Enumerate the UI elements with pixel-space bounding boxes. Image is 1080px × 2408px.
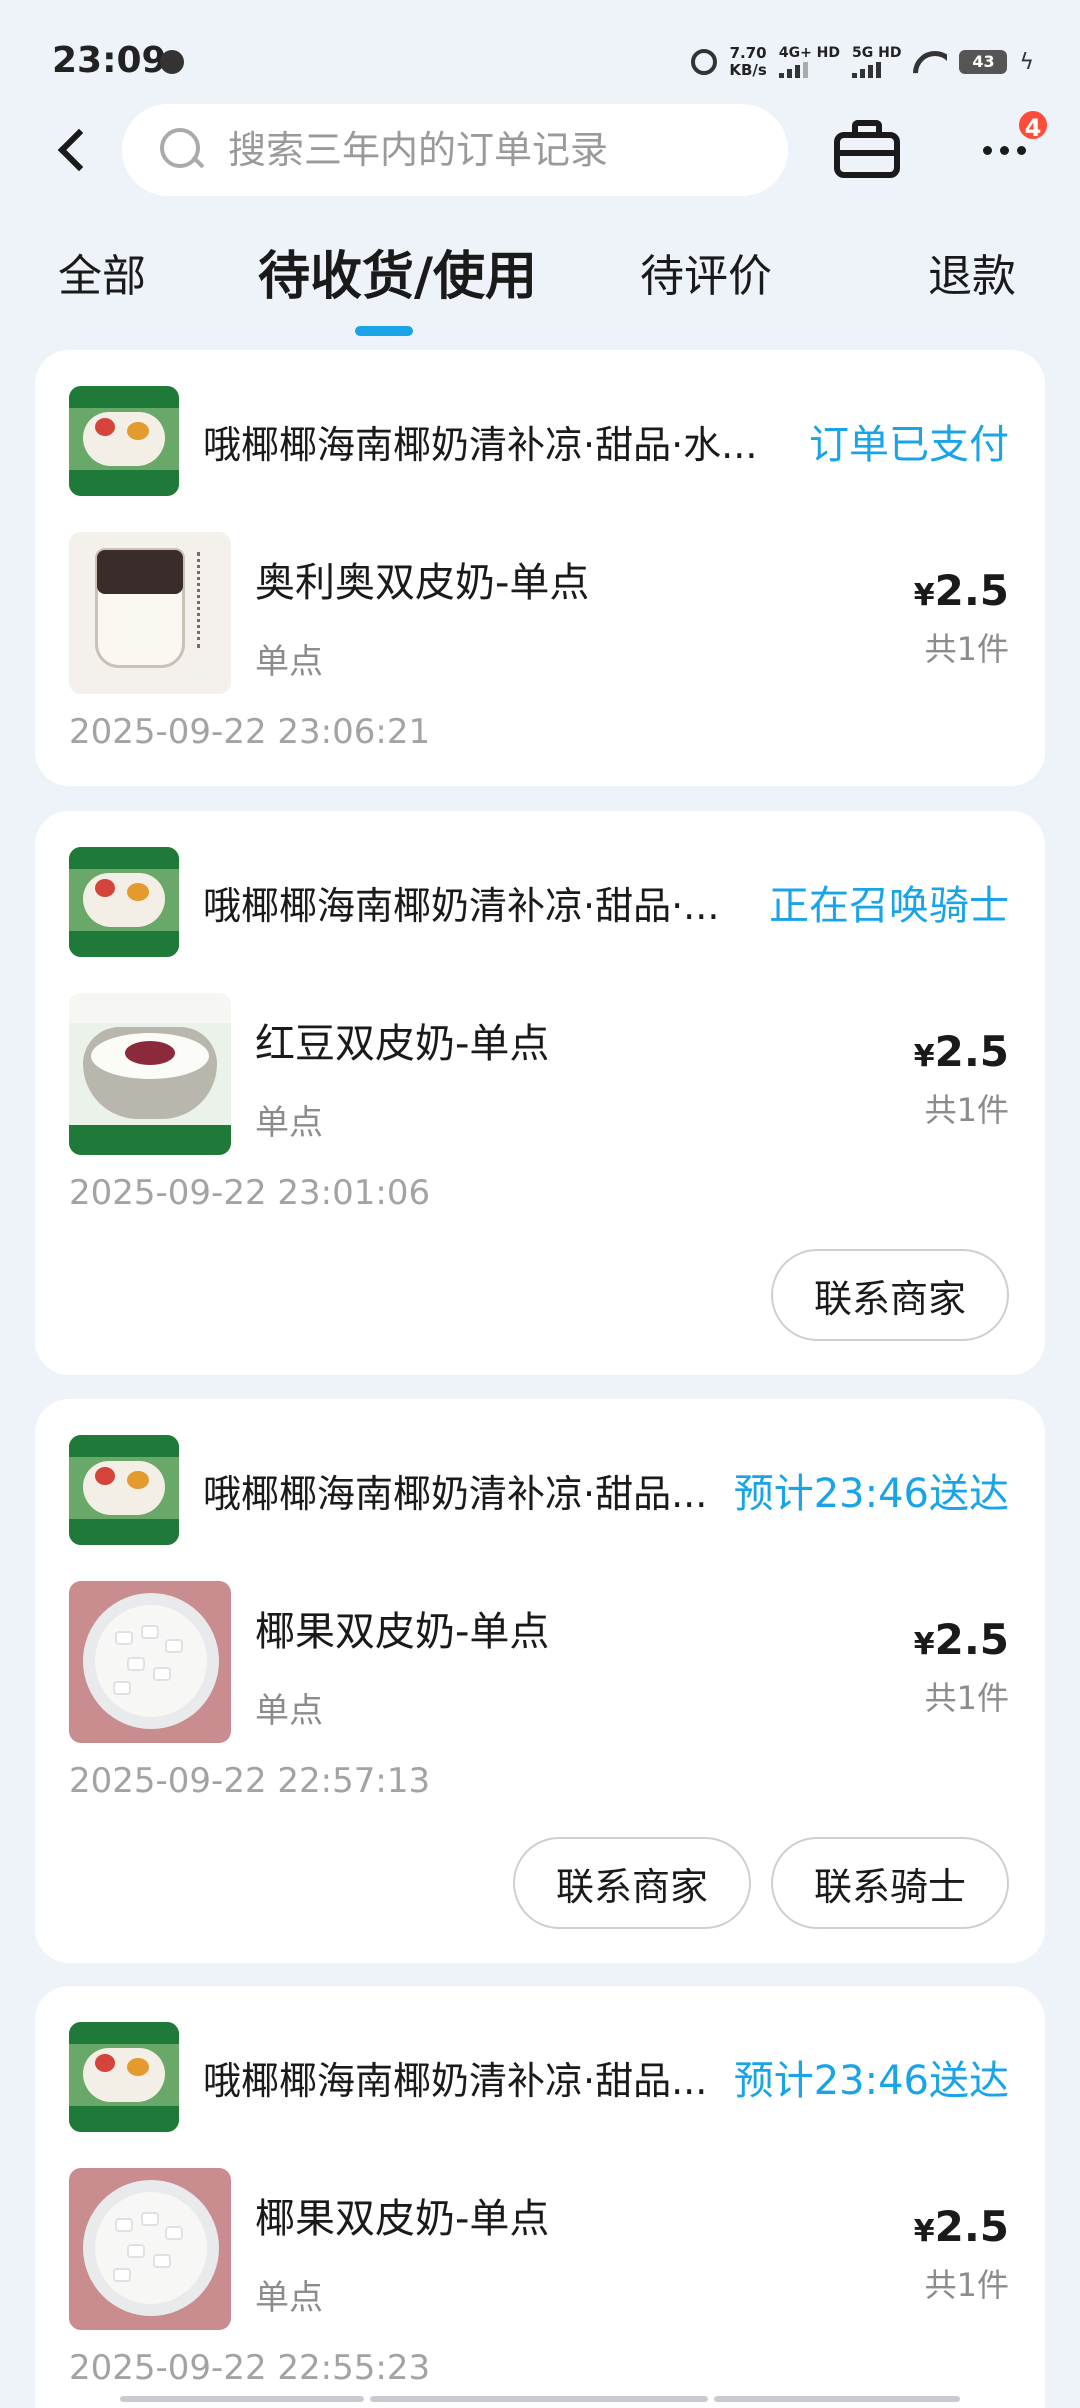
charging-icon: ϟ <box>1019 49 1034 75</box>
scroll-indicator <box>370 2396 708 2402</box>
product-image[interactable] <box>69 2168 231 2330</box>
signal-bars-icon <box>852 62 901 78</box>
order-status: 订单已支付 <box>809 422 1009 468</box>
order-status: 正在召唤骑士 <box>769 883 1009 929</box>
more-dot-icon <box>982 145 992 155</box>
contact-rider-button[interactable]: 联系骑士 <box>771 1837 1009 1929</box>
product-name[interactable]: 椰果双皮奶-单点 <box>255 2186 549 2244</box>
back-button[interactable] <box>40 118 104 182</box>
price: ¥2.5 <box>914 566 1009 615</box>
wifi-icon <box>913 49 947 75</box>
order-time: 2025-09-22 22:55:23 <box>69 2348 431 2388</box>
status-icons: 7.70 KB/s 4G+ HD 5G HD 43 ϟ <box>691 42 1034 82</box>
search-icon <box>158 126 206 174</box>
order-status: 预计23:46送达 <box>733 1471 1009 1517</box>
product-name[interactable]: 椰果双皮奶-单点 <box>255 1599 549 1657</box>
scroll-indicator <box>120 2396 364 2402</box>
more-dot-icon <box>1016 145 1026 155</box>
currency-symbol: ¥ <box>913 1039 935 1074</box>
order-time: 2025-09-22 22:57:13 <box>69 1761 431 1801</box>
product-name[interactable]: 红豆双皮奶-单点 <box>255 1011 549 1069</box>
item-count: 共1件 <box>924 1091 1009 1129</box>
tab-to-receive[interactable]: 待收货/使用 <box>258 234 537 309</box>
price: ¥2.5 <box>914 1615 1009 1664</box>
tab-to-review[interactable]: 待评价 <box>640 240 772 304</box>
battery-icon: 43 <box>959 50 1008 74</box>
product-image[interactable] <box>69 532 231 694</box>
more-dot-icon <box>999 145 1009 155</box>
search-input[interactable] <box>228 128 748 172</box>
scroll-indicator <box>714 2396 960 2402</box>
product-spec: 单点 <box>255 1691 323 1731</box>
price: ¥2.5 <box>914 2202 1009 2251</box>
price-value: 2.5 <box>934 2202 1009 2251</box>
item-count: 共1件 <box>924 630 1009 668</box>
briefcase-icon[interactable] <box>834 120 900 180</box>
store-name[interactable]: 哦椰椰海南椰奶清补凉·甜品... <box>203 1463 763 1518</box>
network-speed-value: 7.70 <box>729 44 767 62</box>
order-status: 预计23:46送达 <box>733 2058 1009 2104</box>
tab-all[interactable]: 全部 <box>58 240 146 304</box>
tab-indicator <box>355 326 413 336</box>
product-spec: 单点 <box>255 1103 323 1143</box>
product-name[interactable]: 奥利奥双皮奶-单点 <box>255 550 589 608</box>
status-time: 23:09 <box>52 40 167 81</box>
price: ¥2.5 <box>914 1027 1009 1076</box>
network-speed-unit: KB/s <box>729 61 767 79</box>
order-tabs: 全部 待收货/使用 待评价 退款 <box>0 230 1080 340</box>
store-name[interactable]: 哦椰椰海南椰奶清补凉·甜品·水... <box>203 414 843 469</box>
store-logo[interactable] <box>69 1435 179 1545</box>
price-value: 2.5 <box>934 1027 1009 1076</box>
store-name[interactable]: 哦椰椰海南椰奶清补凉·甜品... <box>203 2050 763 2105</box>
chevron-left-icon <box>57 128 101 172</box>
currency-symbol: ¥ <box>913 1627 935 1662</box>
item-count: 共1件 <box>924 1679 1009 1717</box>
alarm-icon <box>691 49 718 75</box>
product-spec: 单点 <box>255 642 323 682</box>
globe-icon <box>160 50 184 74</box>
contact-merchant-button[interactable]: 联系商家 <box>771 1249 1009 1341</box>
order-card[interactable]: 哦椰椰海南椰奶清补凉·甜品... 预计23:46送达 椰果双皮奶-单点 单点 ¥… <box>35 1986 1045 2408</box>
store-logo[interactable] <box>69 2022 179 2132</box>
order-card[interactable]: 哦椰椰海南椰奶清补凉·甜品... 预计23:46送达 椰果双皮奶-单点 单点 ¥… <box>35 1399 1045 1963</box>
network-speed: 7.70 KB/s <box>729 45 766 79</box>
signal-4g: 4G+ HD <box>778 45 841 78</box>
signal-5g-label: 5G HD <box>852 45 902 61</box>
order-card[interactable]: 哦椰椰海南椰奶清补凉·甜品·水... 订单已支付 奥利奥双皮奶-单点 单点 ¥2… <box>35 350 1045 786</box>
contact-merchant-button[interactable]: 联系商家 <box>513 1837 751 1929</box>
header: 4 <box>0 100 1080 200</box>
notification-badge: 4 <box>1016 108 1050 142</box>
currency-symbol: ¥ <box>913 578 935 613</box>
product-image[interactable] <box>69 993 231 1155</box>
item-count: 共1件 <box>924 2266 1009 2304</box>
order-card[interactable]: 哦椰椰海南椰奶清补凉·甜品·... 正在召唤骑士 红豆双皮奶-单点 单点 ¥2.… <box>35 811 1045 1375</box>
order-time: 2025-09-22 23:06:21 <box>69 712 431 752</box>
product-image[interactable] <box>69 1581 231 1743</box>
price-value: 2.5 <box>934 1615 1009 1664</box>
store-logo[interactable] <box>69 386 179 496</box>
currency-symbol: ¥ <box>913 2214 935 2249</box>
store-logo[interactable] <box>69 847 179 957</box>
search-bar[interactable] <box>122 104 788 196</box>
signal-5g: 5G HD <box>852 46 901 78</box>
order-time: 2025-09-22 23:01:06 <box>69 1173 431 1213</box>
signal-4g-label: 4G+ HD <box>778 45 841 61</box>
price-value: 2.5 <box>934 566 1009 615</box>
store-name[interactable]: 哦椰椰海南椰奶清补凉·甜品·... <box>203 875 783 930</box>
product-spec: 单点 <box>255 2278 323 2318</box>
signal-bars-icon <box>778 62 840 78</box>
tab-refund[interactable]: 退款 <box>928 240 1016 304</box>
